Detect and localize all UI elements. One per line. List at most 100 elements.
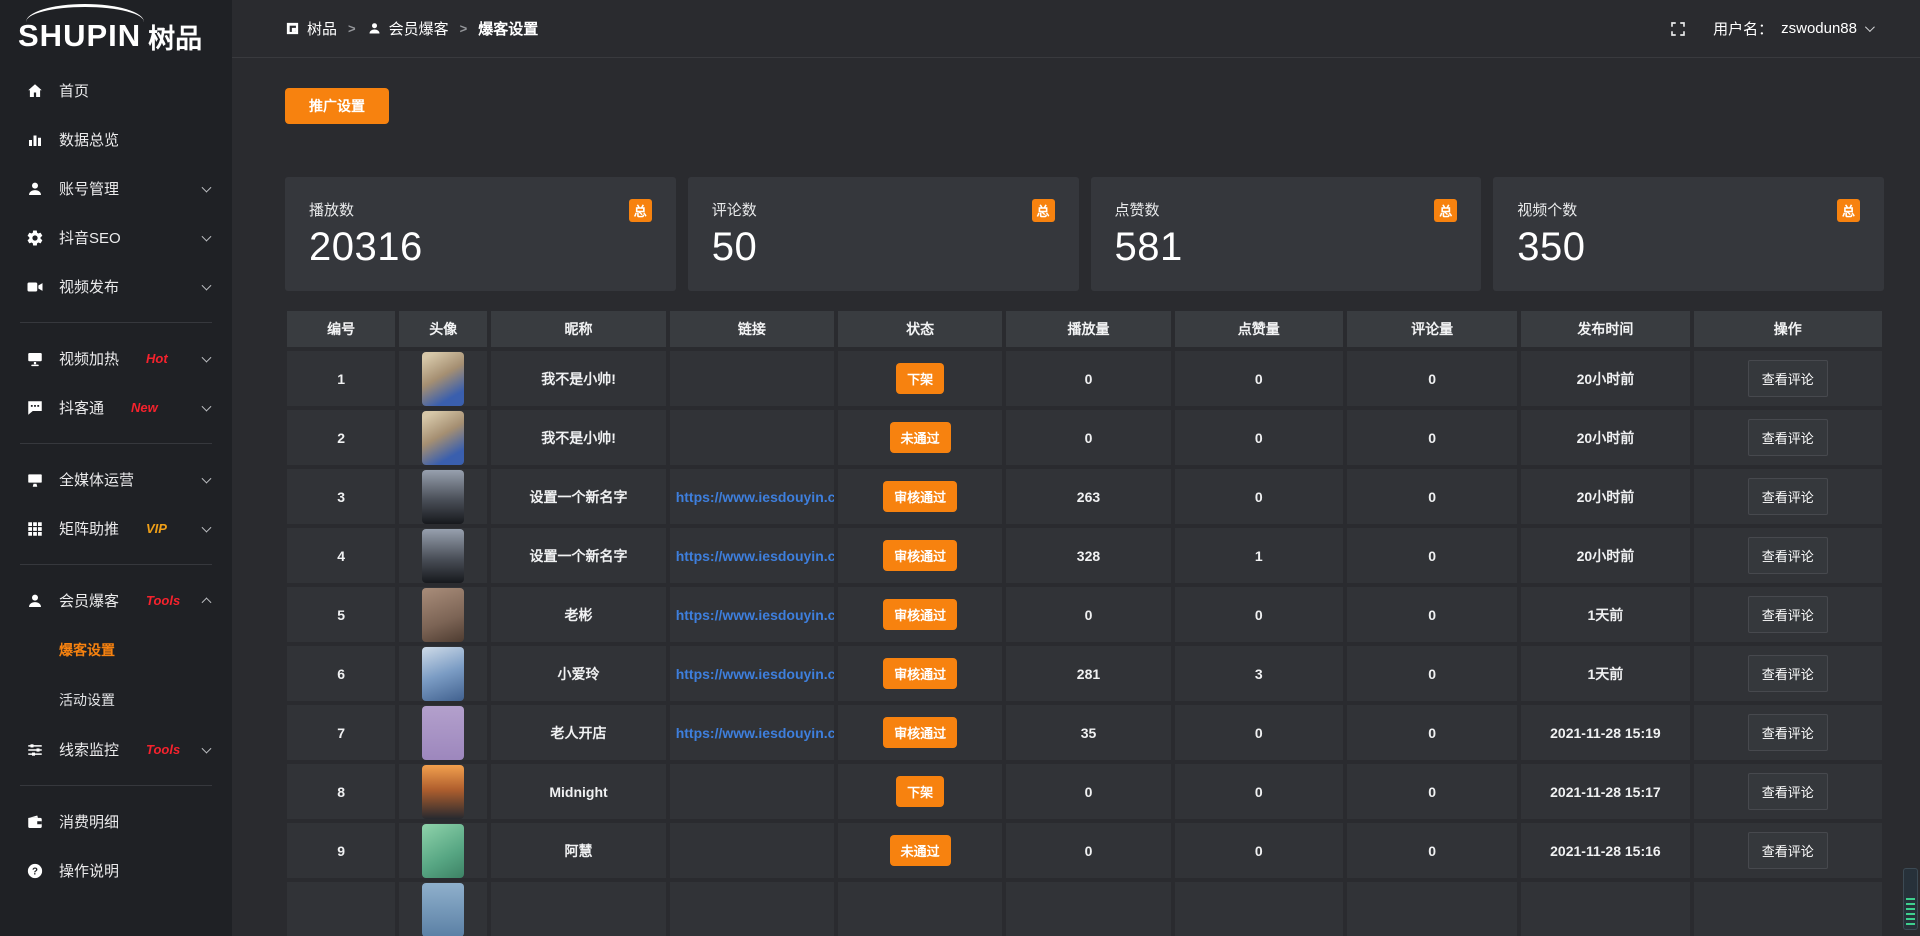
chevron-down-icon	[202, 401, 212, 411]
sidebar-item-label: 抖客通	[59, 397, 104, 418]
breadcrumb-label: 树品	[307, 18, 337, 39]
sidebar-item-label: 视频加热	[59, 348, 119, 369]
publish-time: 2021-11-28 15:17	[1550, 784, 1661, 800]
chevron-down-icon	[202, 743, 212, 753]
sliders-icon	[26, 741, 44, 759]
like-count: 0	[1255, 430, 1263, 446]
stat-value: 50	[712, 225, 1055, 270]
nickname: 设置一个新名字	[530, 548, 628, 564]
avatar	[422, 765, 464, 819]
column-header-nickname: 昵称	[489, 309, 667, 349]
stat-cards: 播放数 总 20316 评论数 总 50 点赞数 总 581	[285, 177, 1884, 291]
stat-label: 点赞数	[1115, 199, 1160, 220]
breadcrumb-home[interactable]: 树品	[285, 18, 337, 39]
promotion-settings-button[interactable]: 推广设置	[285, 88, 389, 124]
tools-tag: Tools	[146, 742, 180, 757]
sidebar-item-lead-monitoring[interactable]: 线索监控 Tools	[0, 725, 232, 774]
view-comments-button[interactable]: 查看评论	[1748, 596, 1828, 633]
sidebar-item-instructions[interactable]: ? 操作说明	[0, 846, 232, 895]
stat-label: 评论数	[712, 199, 757, 220]
publish-time: 2021-11-28 15:19	[1550, 725, 1661, 741]
play-count: 0	[1085, 843, 1093, 859]
breadcrumb-label: 爆客设置	[478, 18, 538, 39]
chevron-down-icon	[202, 182, 212, 192]
sidebar-item-data-overview[interactable]: 数据总览	[0, 115, 232, 164]
view-comments-button[interactable]: 查看评论	[1748, 714, 1828, 751]
publish-time: 20小时前	[1577, 430, 1635, 446]
sidebar-subitem-baoke-settings[interactable]: 爆客设置	[0, 625, 232, 675]
sidebar-item-label: 全媒体运营	[59, 469, 134, 490]
like-count: 3	[1255, 666, 1263, 682]
sidebar-item-member-baoke[interactable]: 会员爆客 Tools	[0, 576, 232, 625]
sidebar-subitem-label: 活动设置	[59, 690, 115, 710]
user-menu[interactable]: 用户名： zswodun88	[1713, 18, 1872, 39]
video-link[interactable]: https://www.iesdouyin.c	[670, 607, 834, 623]
stat-card-videos: 视频个数 总 350	[1493, 177, 1884, 291]
sidebar-subitem-activity-settings[interactable]: 活动设置	[0, 675, 232, 725]
comment-count: 0	[1428, 843, 1436, 859]
view-comments-button[interactable]: 查看评论	[1748, 537, 1828, 574]
comment-count: 0	[1428, 489, 1436, 505]
row-id: 9	[337, 843, 345, 859]
sidebar-item-video-heating[interactable]: 视频加热 Hot	[0, 334, 232, 383]
view-comments-button[interactable]: 查看评论	[1748, 360, 1828, 397]
chevron-down-icon	[1865, 22, 1875, 32]
table-row: 7 老人开店 https://www.iesdouyin.c 审核通过 35 0…	[285, 703, 1884, 762]
play-count: 0	[1085, 371, 1093, 387]
status-badge: 审核通过	[883, 658, 957, 689]
video-link[interactable]: https://www.iesdouyin.c	[670, 725, 834, 741]
sidebar-divider	[20, 564, 212, 565]
sidebar-item-video-publish[interactable]: 视频发布	[0, 262, 232, 311]
like-count: 0	[1255, 489, 1263, 505]
sidebar-item-label: 账号管理	[59, 178, 119, 199]
like-count: 0	[1255, 843, 1263, 859]
sidebar-divider	[20, 785, 212, 786]
view-comments-button[interactable]: 查看评论	[1748, 832, 1828, 869]
status-badge: 审核通过	[883, 717, 957, 748]
sidebar-item-douyin-seo[interactable]: 抖音SEO	[0, 213, 232, 262]
sidebar-item-omnimedia-operation[interactable]: 全媒体运营	[0, 455, 232, 504]
sidebar-divider	[20, 322, 212, 323]
breadcrumb-separator: >	[460, 21, 468, 36]
avatar	[422, 883, 464, 936]
play-count: 0	[1085, 784, 1093, 800]
column-header-likes: 点赞量	[1173, 309, 1345, 349]
view-comments-button[interactable]: 查看评论	[1748, 478, 1828, 515]
total-badge: 总	[629, 199, 652, 222]
table-row: 3 设置一个新名字 https://www.iesdouyin.c 审核通过 2…	[285, 467, 1884, 526]
sidebar-item-account-management[interactable]: 账号管理	[0, 164, 232, 213]
monitor-icon	[26, 471, 44, 489]
chevron-down-icon	[202, 473, 212, 483]
stat-card-likes: 点赞数 总 581	[1091, 177, 1482, 291]
nickname: 设置一个新名字	[530, 489, 628, 505]
table-row: 5 老彬 https://www.iesdouyin.c 审核通过 0 0 0 …	[285, 585, 1884, 644]
sidebar-item-consumption-details[interactable]: 消费明细	[0, 797, 232, 846]
table-row: 8 Midnight 下架 0 0 0 2021-11-28 15:17 查看评…	[285, 762, 1884, 821]
chat-bubble-icon	[26, 399, 44, 417]
view-comments-button[interactable]: 查看评论	[1748, 773, 1828, 810]
bar-chart-icon	[26, 131, 44, 149]
nickname: 阿慧	[565, 843, 593, 859]
sidebar-item-label: 抖音SEO	[59, 227, 121, 248]
status-badge: 审核通过	[883, 540, 957, 571]
fullscreen-icon[interactable]	[1669, 20, 1687, 38]
video-link[interactable]: https://www.iesdouyin.c	[670, 548, 834, 564]
sidebar-item-label: 会员爆客	[59, 590, 119, 611]
breadcrumb-member-baoke[interactable]: 会员爆客	[367, 18, 449, 39]
sidebar-item-home[interactable]: 首页	[0, 66, 232, 115]
video-camera-icon	[26, 278, 44, 296]
sidebar-item-matrix-boost[interactable]: 矩阵助推 VIP	[0, 504, 232, 553]
play-count: 263	[1077, 489, 1100, 505]
video-link[interactable]: https://www.iesdouyin.c	[670, 666, 834, 682]
stat-value: 20316	[309, 225, 652, 270]
view-comments-button[interactable]: 查看评论	[1748, 419, 1828, 456]
view-comments-button[interactable]: 查看评论	[1748, 655, 1828, 692]
sidebar-item-douketong[interactable]: 抖客通 New	[0, 383, 232, 432]
table-row: 4 设置一个新名字 https://www.iesdouyin.c 审核通过 3…	[285, 526, 1884, 585]
video-link[interactable]: https://www.iesdouyin.c	[670, 489, 834, 505]
sidebar-item-label: 消费明细	[59, 811, 119, 832]
row-id: 4	[337, 548, 345, 564]
sidebar-item-label: 矩阵助推	[59, 518, 119, 539]
floating-widget[interactable]	[1903, 868, 1918, 930]
comment-count: 0	[1428, 548, 1436, 564]
